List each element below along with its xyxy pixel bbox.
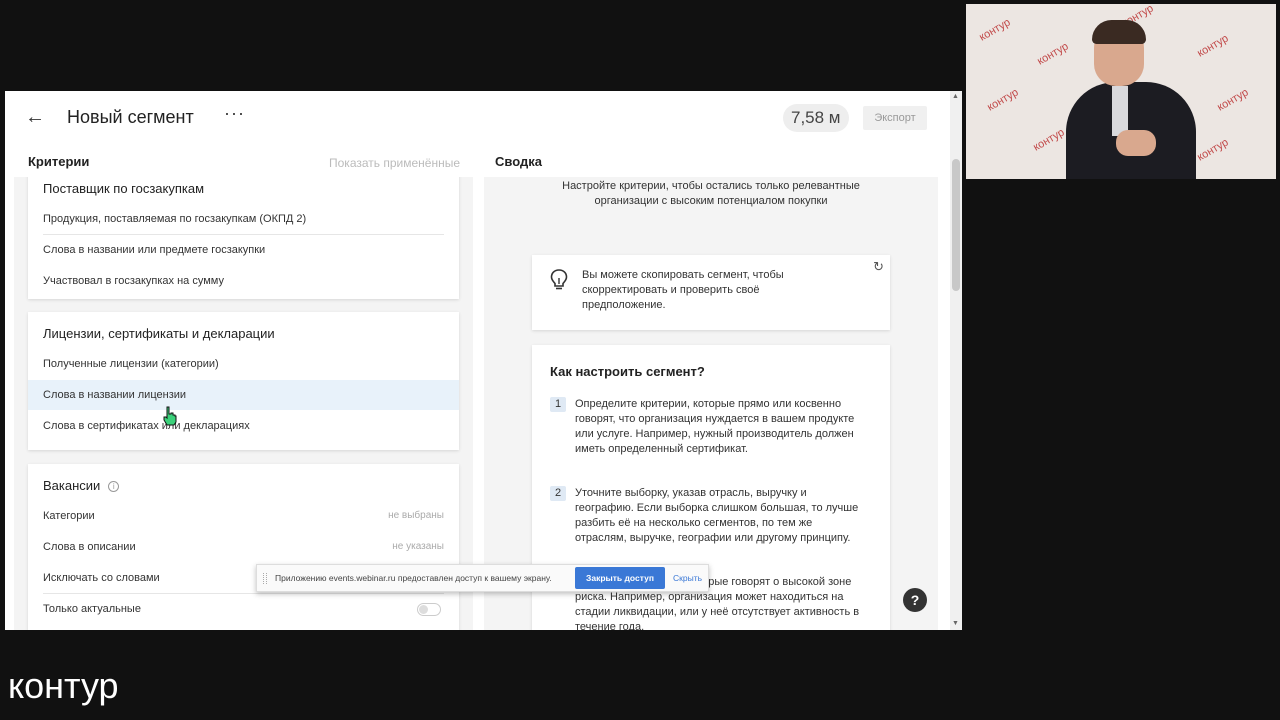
scroll-down-icon[interactable]: ▼ xyxy=(952,620,959,627)
back-arrow-icon[interactable]: ← xyxy=(23,105,47,129)
hand-cursor-icon xyxy=(163,406,177,426)
refresh-icon[interactable]: ↻ xyxy=(873,259,884,275)
criteria-card-licenses: Лицензии, сертификаты и декларации Получ… xyxy=(28,312,459,450)
hide-link[interactable]: Скрыть xyxy=(673,573,702,583)
criteria-row[interactable]: Участвовал в госзакупках на сумму xyxy=(28,266,459,296)
webcam-video: контур контур контур контур контур конту… xyxy=(966,4,1276,179)
row-label: Исключать со словами xyxy=(43,572,160,584)
speaker-hand xyxy=(1116,130,1156,156)
card-title: Лицензии, сертификаты и декларации xyxy=(43,326,275,341)
speaker-hair xyxy=(1092,20,1146,44)
criteria-row[interactable]: Продукция, поставляемая по госзакупкам (… xyxy=(28,204,459,234)
card-title: Вакансии i xyxy=(43,478,120,493)
tip-card: Вы можете скопировать сегмент, чтобы ско… xyxy=(532,255,890,330)
criteria-row[interactable]: Полученные лицензии (категории) xyxy=(28,349,459,379)
watermark-text: контур xyxy=(985,86,1021,114)
screen-share-notification: Приложению events.webinar.ru предоставле… xyxy=(256,564,709,592)
intro-line: организации с высоким потенциалом покупк… xyxy=(594,195,828,207)
header: ← Новый сегмент ··· 7,58 м Экспорт xyxy=(5,91,962,145)
intro-line: Настройте критерии, чтобы остались тольк… xyxy=(562,180,860,192)
tip-text: Вы можете скопировать сегмент, чтобы ско… xyxy=(582,269,784,311)
criteria-row[interactable]: Категории не выбраны xyxy=(28,501,459,531)
step-text: Уточните выборку, указав отрасль, выручк… xyxy=(575,487,859,544)
kontur-logo: контур xyxy=(8,665,119,706)
criteria-row[interactable]: Слова в названии или предмете госзакупки xyxy=(28,235,459,265)
criteria-row[interactable]: Только актуальные xyxy=(28,594,459,624)
help-button[interactable]: ? xyxy=(903,588,927,612)
watermark-text: контур xyxy=(1215,86,1251,114)
watermark-text: контур xyxy=(1031,126,1067,154)
scroll-up-icon[interactable]: ▲ xyxy=(952,93,959,100)
criteria-heading: Критерии xyxy=(28,154,90,169)
summary-heading: Сводка xyxy=(495,154,542,169)
card-title: Поставщик по госзакупкам xyxy=(43,181,205,196)
scrollbar[interactable]: ▲ ▼ xyxy=(950,91,962,630)
criteria-row[interactable]: Слова в сертификатах или декларациях xyxy=(28,411,459,441)
logo-text: контур xyxy=(8,665,119,706)
actual-only-toggle[interactable] xyxy=(417,603,441,616)
howto-step: 2 Уточните выборку, указав отрасль, выру… xyxy=(550,486,870,561)
criteria-row[interactable]: Слова в описании не указаны xyxy=(28,532,459,562)
howto-step: 1 Определите критерии, которые прямо или… xyxy=(550,397,870,472)
lightbulb-icon xyxy=(550,269,568,290)
watermark-text: контур xyxy=(1195,136,1231,164)
stop-sharing-button[interactable]: Закрыть доступ xyxy=(575,567,665,589)
row-value: не выбраны xyxy=(388,510,444,521)
page-title: Новый сегмент xyxy=(67,107,194,127)
info-icon[interactable]: i xyxy=(108,481,120,492)
step-number: 1 xyxy=(550,397,566,412)
export-button[interactable]: Экспорт xyxy=(863,106,927,130)
watermark-text: контур xyxy=(1195,32,1231,60)
speaker-shirt xyxy=(1112,86,1128,136)
card-title-text: Вакансии xyxy=(43,478,101,493)
step-text: Определите критерии, которые прямо или к… xyxy=(575,398,855,455)
watermark-text: контур xyxy=(1035,40,1071,68)
row-label: Слова в описании xyxy=(43,541,136,553)
show-applied-link[interactable]: Показать применённые xyxy=(329,156,460,170)
row-label: Категории xyxy=(43,510,95,522)
drag-handle-icon[interactable] xyxy=(263,573,267,584)
scroll-thumb[interactable] xyxy=(952,159,960,291)
segment-count-badge: 7,58 м xyxy=(783,104,849,132)
app-window: ← Новый сегмент ··· 7,58 м Экспорт Крите… xyxy=(5,91,962,630)
criteria-row-highlighted[interactable]: Слова в названии лицензии xyxy=(28,380,459,410)
row-value: не указаны xyxy=(392,541,444,552)
criteria-card-gov-procurement: Поставщик по госзакупкам Продукция, пост… xyxy=(28,177,459,299)
more-menu-button[interactable]: ··· xyxy=(224,103,245,124)
summary-panel: Настройте критерии, чтобы остались тольк… xyxy=(484,177,938,630)
share-notice-text: Приложению events.webinar.ru предоставле… xyxy=(275,573,552,583)
howto-title: Как настроить сегмент? xyxy=(550,364,705,379)
row-label: Только актуальные xyxy=(43,603,141,615)
criteria-panel: Поставщик по госзакупкам Продукция, пост… xyxy=(14,177,473,630)
step-number: 2 xyxy=(550,486,566,501)
criteria-card-vacancies: Вакансии i Категории не выбраны Слова в оп… xyxy=(28,464,459,630)
summary-intro: Настройте критерии, чтобы остались тольк… xyxy=(524,179,898,209)
watermark-text: контур xyxy=(977,16,1013,44)
